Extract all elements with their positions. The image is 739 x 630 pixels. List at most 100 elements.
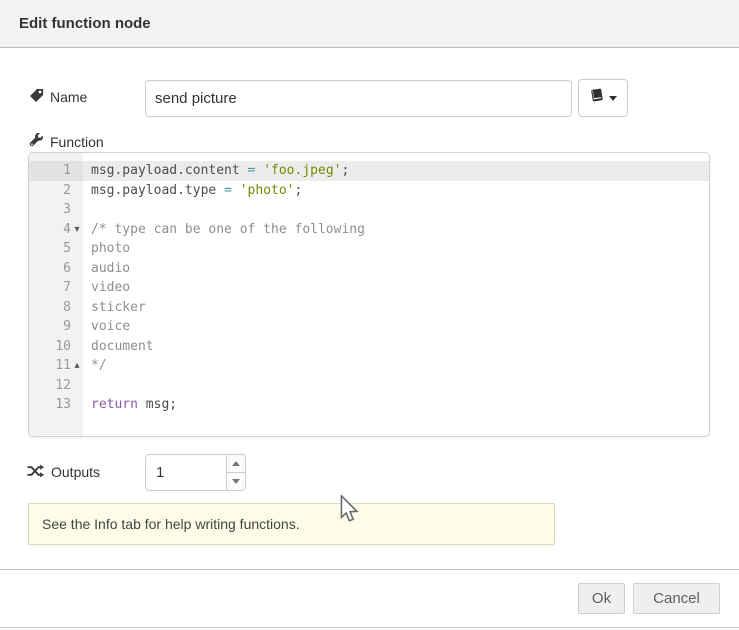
code-text: msg.payload.content = 'foo.jpeg';: [83, 161, 349, 181]
dialog-header: Edit function node: [0, 0, 739, 48]
fold-spacer: [71, 161, 83, 181]
fold-spacer: [71, 317, 83, 337]
fold-spacer: [71, 200, 83, 220]
tag-icon: [29, 88, 44, 106]
code-line[interactable]: 2msg.payload.type = 'photo';: [29, 181, 709, 201]
line-number: 1: [29, 161, 83, 181]
code-line[interactable]: 11▴ */: [29, 356, 709, 376]
outputs-label: Outputs: [27, 463, 100, 481]
name-label: Name: [29, 88, 87, 106]
triangle-up-icon: [232, 461, 240, 466]
spinner-down-button[interactable]: [227, 473, 245, 490]
name-label-text: Name: [50, 89, 87, 105]
outputs-label-text: Outputs: [51, 464, 100, 480]
fold-spacer: [71, 181, 83, 201]
code-token: ;: [341, 163, 349, 178]
code-text: sticker: [83, 298, 146, 318]
code-token: audio: [91, 261, 130, 276]
code-editor[interactable]: 1msg.payload.content = 'foo.jpeg';2msg.p…: [28, 152, 710, 437]
code-token: msg.payload.content: [91, 163, 248, 178]
name-input[interactable]: [145, 80, 572, 117]
dialog-title: Edit function node: [19, 15, 151, 32]
code-line[interactable]: 6 audio: [29, 259, 709, 279]
info-tip-text: See the Info tab for help writing functi…: [42, 516, 300, 532]
code-text: [83, 200, 91, 220]
fold-spacer: [71, 376, 83, 396]
code-text: return msg;: [83, 395, 177, 415]
book-icon: [590, 88, 604, 108]
fold-spacer: [71, 298, 83, 318]
fold-spacer: [71, 239, 83, 259]
function-label-text: Function: [50, 134, 104, 150]
line-number: 13: [29, 395, 83, 415]
line-number: 12: [29, 376, 83, 396]
line-number: 11▴: [29, 356, 83, 376]
spinner-up-button[interactable]: [227, 455, 245, 473]
line-number: 2: [29, 181, 83, 201]
code-token: =: [224, 183, 232, 198]
line-number: 7: [29, 278, 83, 298]
code-text: voice: [83, 317, 130, 337]
triangle-down-icon: [232, 479, 240, 484]
fold-spacer: [71, 337, 83, 357]
code-token: voice: [91, 319, 130, 334]
library-button[interactable]: [578, 79, 628, 117]
code-text: audio: [83, 259, 130, 279]
spinner-buttons: [226, 455, 245, 490]
code-token: msg;: [138, 397, 177, 412]
code-line[interactable]: 4▾ /* type can be one of the following: [29, 220, 709, 240]
line-number: 5: [29, 239, 83, 259]
fold-marker-icon[interactable]: ▴: [71, 356, 83, 376]
code-token: sticker: [91, 300, 146, 315]
code-token: photo: [91, 241, 130, 256]
line-number: 3: [29, 200, 83, 220]
fold-marker-icon[interactable]: ▾: [71, 220, 83, 240]
code-token: return: [91, 397, 138, 412]
code-line[interactable]: 1msg.payload.content = 'foo.jpeg';: [29, 161, 709, 181]
code-token: */: [91, 358, 107, 373]
code-token: [232, 183, 240, 198]
code-token: document: [91, 339, 154, 354]
code-lines: 1msg.payload.content = 'foo.jpeg';2msg.p…: [29, 153, 709, 415]
code-text: /* type can be one of the following: [83, 220, 365, 240]
line-number: 10: [29, 337, 83, 357]
edit-function-dialog: Edit function node Name Function 1msg.pa…: [0, 0, 739, 630]
info-tip-box: See the Info tab for help writing functi…: [28, 503, 555, 545]
fold-spacer: [71, 395, 83, 415]
code-text: msg.payload.type = 'photo';: [83, 181, 302, 201]
code-text: [83, 376, 91, 396]
code-token: /* type can be one of the following: [91, 222, 365, 237]
code-line[interactable]: 5 photo: [29, 239, 709, 259]
line-number: 6: [29, 259, 83, 279]
code-text: */: [83, 356, 107, 376]
dialog-bottom-border: [0, 627, 739, 628]
code-token: msg.payload.type: [91, 183, 224, 198]
function-label: Function: [29, 133, 104, 151]
shuffle-icon: [27, 464, 45, 481]
code-line[interactable]: 7 video: [29, 278, 709, 298]
code-line[interactable]: 10 document: [29, 337, 709, 357]
outputs-input[interactable]: [146, 455, 230, 490]
fold-spacer: [71, 278, 83, 298]
caret-down-icon: [609, 96, 617, 101]
code-line[interactable]: 9 voice: [29, 317, 709, 337]
code-line[interactable]: 12: [29, 376, 709, 396]
ok-button[interactable]: Ok: [578, 583, 625, 614]
code-text: video: [83, 278, 130, 298]
code-token: 'photo': [240, 183, 295, 198]
code-token: 'foo.jpeg': [263, 163, 341, 178]
fold-spacer: [71, 259, 83, 279]
line-number: 4▾: [29, 220, 83, 240]
code-text: photo: [83, 239, 130, 259]
line-number: 9: [29, 317, 83, 337]
wrench-icon: [29, 133, 44, 151]
line-number: 8: [29, 298, 83, 318]
code-line[interactable]: 3: [29, 200, 709, 220]
footer-separator: [0, 569, 739, 570]
code-text: document: [83, 337, 154, 357]
code-token: video: [91, 280, 130, 295]
cancel-button[interactable]: Cancel: [633, 583, 720, 614]
code-line[interactable]: 8 sticker: [29, 298, 709, 318]
outputs-spinner: [145, 454, 246, 491]
code-line[interactable]: 13return msg;: [29, 395, 709, 415]
